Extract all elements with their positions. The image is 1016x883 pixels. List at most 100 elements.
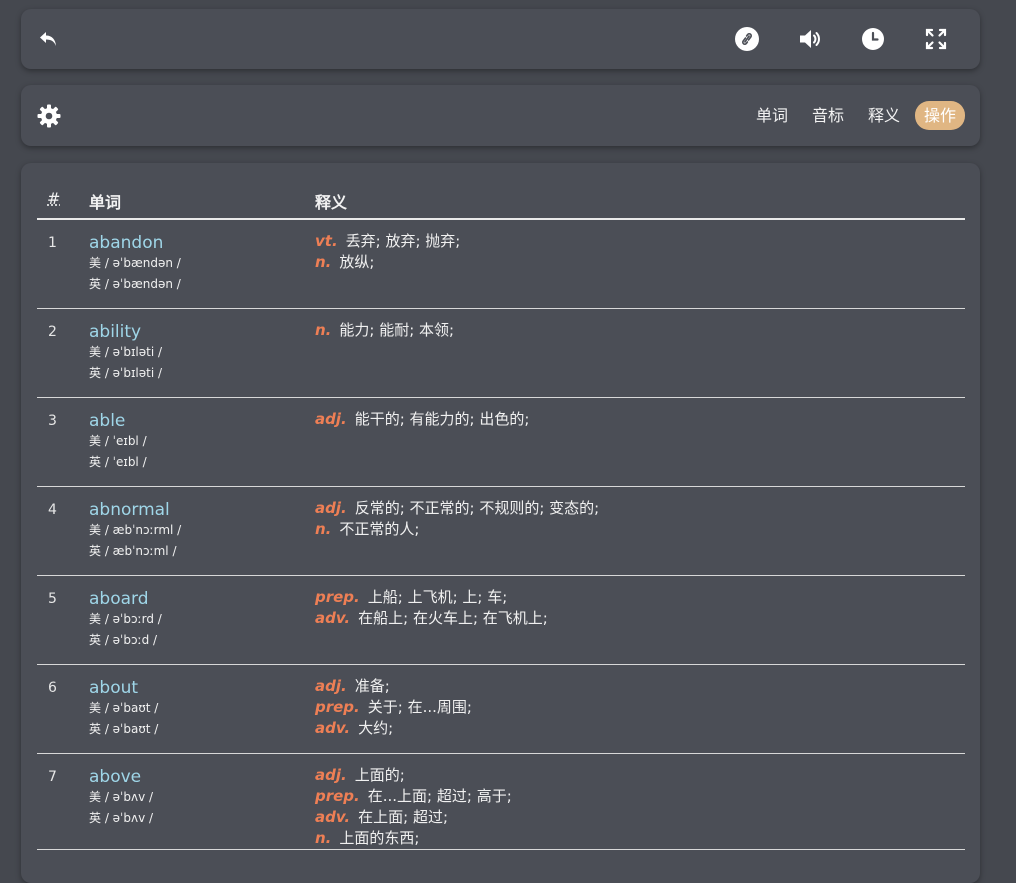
part-of-speech: adv. [315, 718, 351, 737]
row-number: 2 [37, 308, 89, 398]
part-of-speech: vt. [315, 232, 338, 250]
part-of-speech: adj. [315, 676, 347, 695]
table-header-row: # 单词 释义 [37, 183, 965, 220]
view-tabs: 单词 音标 释义 操作 [747, 101, 965, 130]
word-text[interactable]: above [89, 767, 315, 787]
definition-text: 在...上面; 超过; 高于; [367, 786, 512, 805]
definition-line: prep. 关于; 在...周围; [315, 697, 965, 718]
definition-text: 能干的; 有能力的; 出色的; [354, 409, 530, 428]
tab-phonetic[interactable]: 音标 [803, 101, 853, 130]
definition-text: 关于; 在...周围; [367, 697, 472, 716]
part-of-speech: n. [315, 828, 332, 847]
uk-phonetic: 英 / æbˈnɔːml / [89, 543, 177, 558]
uk-phonetic: 英 / əˈbʌv / [89, 810, 154, 825]
row-number: 3 [37, 397, 89, 487]
definition-line: prep. 上船; 上飞机; 上; 车; [315, 587, 965, 608]
row-number: 5 [37, 575, 89, 665]
clock-icon[interactable] [855, 21, 891, 57]
us-phonetic: 美 / əˈbɪləti / [89, 344, 163, 359]
word-cell: ability 美 / əˈbɪləti / 英 / əˈbɪləti / [89, 308, 315, 398]
top-toolbar [21, 9, 980, 69]
part-of-speech: n. [315, 519, 332, 538]
definition-cell: adj. 反常的; 不正常的; 不规则的; 变态的; n. 不正常的人; [315, 486, 965, 576]
definition-line: prep. 在...上面; 超过; 高于; [315, 786, 965, 807]
row-number: 6 [37, 664, 89, 754]
uk-phonetic: 英 / ˈeɪbl / [89, 454, 147, 469]
definition-cell: vt. 丢弃; 放弃; 抛弃; n. 放纵; [315, 219, 965, 309]
word-text[interactable]: able [89, 411, 315, 431]
word-text[interactable]: ability [89, 322, 315, 342]
us-phonetic: 美 / ˈeɪbl / [89, 433, 147, 448]
column-header-definition[interactable]: 释义 [315, 183, 965, 220]
definition-line: n. 不正常的人; [315, 519, 965, 540]
us-phonetic: 美 / əˈbaʊt / [89, 700, 159, 715]
word-table: # 单词 释义 1 abandon 美 / əˈbændən / 英 / əˈbænd… [37, 183, 965, 850]
definition-text: 上船; 上飞机; 上; 车; [367, 587, 508, 606]
us-phonetic: 美 / əˈbændən / [89, 256, 181, 270]
tab-definition[interactable]: 释义 [859, 101, 909, 130]
column-header-number[interactable]: # [37, 183, 89, 220]
word-text[interactable]: abnormal [89, 500, 315, 520]
table-row: 3 able 美 / ˈeɪbl / 英 / ˈeɪbl / adj. 能干的; 有能力的… [37, 397, 965, 487]
tab-actions[interactable]: 操作 [914, 101, 965, 130]
definition-cell: adj. 上面的; prep. 在...上面; 超过; 高于; adv. 在上面; 超过;… [315, 753, 965, 850]
row-number: 4 [37, 486, 89, 576]
definition-line: adj. 反常的; 不正常的; 不规则的; 变态的; [315, 498, 965, 519]
word-cell: abnormal 美 / æbˈnɔːrml / 英 / æbˈnɔːml / [89, 486, 315, 576]
tab-word[interactable]: 单词 [747, 101, 797, 130]
part-of-speech: n. [315, 320, 332, 339]
definition-text: 在船上; 在火车上; 在飞机上; [358, 608, 548, 627]
definition-line: n. 上面的东西; [315, 828, 965, 849]
definition-cell: n. 能力; 能耐; 本领; [315, 308, 965, 398]
definition-text: 上面的; [354, 765, 405, 784]
us-phonetic: 美 / əˈbʌv / [89, 789, 154, 804]
volume-icon[interactable] [792, 21, 828, 57]
us-phonetic: 美 / æbˈnɔːrml / [89, 522, 182, 537]
word-cell: aboard 美 / əˈbɔːrd / 英 / əˈbɔːd / [89, 575, 315, 665]
part-of-speech: adv. [315, 608, 351, 627]
table-row: 1 abandon 美 / əˈbændən / 英 / əˈbændən / vt. 丢… [37, 219, 965, 309]
definition-text: 能力; 能耐; 本领; [339, 320, 455, 339]
part-of-speech: prep. [315, 786, 360, 805]
word-cell: above 美 / əˈbʌv / 英 / əˈbʌv / [89, 753, 315, 850]
table-row: 5 aboard 美 / əˈbɔːrd / 英 / əˈbɔːd / prep. 上船;… [37, 575, 965, 665]
uk-phonetic: 英 / əˈbændən / [89, 277, 181, 291]
table-row: 4 abnormal 美 / æbˈnɔːrml / 英 / æbˈnɔːml / ad… [37, 486, 965, 576]
definition-line: adj. 准备; [315, 676, 965, 697]
column-header-word[interactable]: 单词 [89, 183, 315, 220]
part-of-speech: adj. [315, 409, 347, 428]
definition-text: 丢弃; 放弃; 抛弃; [345, 232, 461, 250]
table-row: 7 above 美 / əˈbʌv / 英 / əˈbʌv / adj. 上面的; prep… [37, 753, 965, 850]
definition-text: 大约; [358, 718, 394, 737]
definition-text: 不正常的人; [339, 519, 420, 538]
definition-line: adj. 能干的; 有能力的; 出色的; [315, 409, 965, 430]
settings-bar: 单词 音标 释义 操作 [21, 85, 980, 146]
table-row: 6 about 美 / əˈbaʊt / 英 / əˈbaʊt / adj. 准备; pre… [37, 664, 965, 754]
part-of-speech: prep. [315, 697, 360, 716]
word-text[interactable]: abandon [89, 233, 315, 253]
definition-line: adv. 在上面; 超过; [315, 807, 965, 828]
link-icon[interactable] [729, 21, 765, 57]
part-of-speech: n. [315, 253, 332, 271]
word-cell: abandon 美 / əˈbændən / 英 / əˈbændən / [89, 219, 315, 309]
uk-phonetic: 英 / əˈbɪləti / [89, 365, 163, 380]
part-of-speech: adj. [315, 498, 347, 517]
uk-phonetic: 英 / əˈbɔːd / [89, 632, 158, 647]
word-text[interactable]: aboard [89, 589, 315, 609]
part-of-speech: adv. [315, 807, 351, 826]
definition-text: 反常的; 不正常的; 不规则的; 变态的; [354, 498, 600, 517]
definition-cell: adj. 能干的; 有能力的; 出色的; [315, 397, 965, 487]
part-of-speech: adj. [315, 765, 347, 784]
us-phonetic: 美 / əˈbɔːrd / [89, 611, 162, 626]
word-text[interactable]: about [89, 678, 315, 698]
row-number: 1 [37, 219, 89, 309]
undo-back-icon[interactable] [31, 21, 67, 57]
definition-text: 上面的东西; [339, 828, 420, 847]
row-number: 7 [37, 753, 89, 850]
fullscreen-icon[interactable] [918, 21, 954, 57]
definition-line: adj. 上面的; [315, 765, 965, 786]
gear-icon[interactable] [31, 98, 67, 134]
table-row: 2 ability 美 / əˈbɪləti / 英 / əˈbɪləti / n. 能力… [37, 308, 965, 398]
uk-phonetic: 英 / əˈbaʊt / [89, 721, 159, 736]
word-cell: about 美 / əˈbaʊt / 英 / əˈbaʊt / [89, 664, 315, 754]
